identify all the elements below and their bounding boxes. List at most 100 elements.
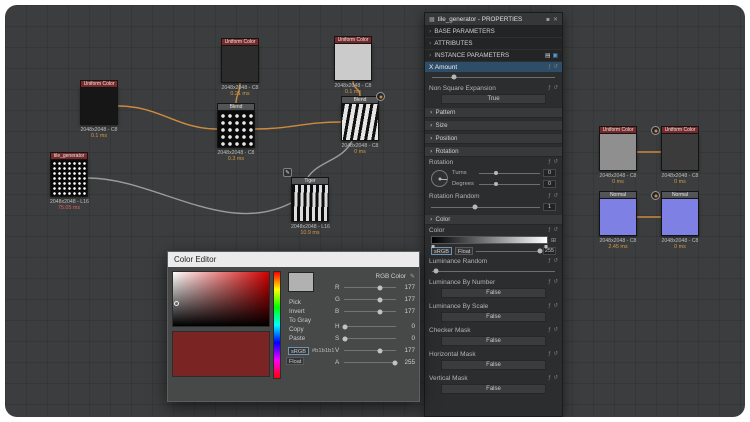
channel-value[interactable]: 177 [399, 296, 415, 303]
paste-button[interactable]: Paste [284, 334, 332, 343]
node-tiger[interactable]: ✎ Tiger 2048x2048 - L16 10.9 ms [291, 177, 329, 236]
rotation-dial[interactable] [431, 170, 448, 187]
saturation-value-picker[interactable] [172, 271, 270, 327]
function-icon[interactable]: ƒ [548, 375, 550, 381]
reset-icon[interactable]: ↺ [553, 375, 558, 381]
color-value-slider[interactable] [476, 246, 540, 256]
reset-icon[interactable]: ↺ [553, 159, 558, 165]
reset-icon[interactable]: ↺ [553, 327, 558, 333]
subsection-rotation[interactable]: › Rotation [425, 146, 562, 157]
channel-value[interactable]: 255 [399, 359, 415, 366]
reset-icon[interactable]: ↺ [553, 279, 558, 285]
hex-value[interactable]: #b1b1b1 [312, 348, 335, 354]
node-uniform-color-4[interactable]: Uniform Color 2048x2048 - C8 0 ms [599, 126, 637, 185]
turns-slider[interactable] [479, 170, 540, 177]
saturation-slider[interactable] [344, 334, 396, 342]
pin-icon[interactable]: ▪ [546, 16, 550, 23]
edit-icon[interactable]: ✎ [410, 273, 415, 280]
function-icon[interactable]: ƒ [548, 64, 550, 70]
channel-value[interactable]: 177 [399, 308, 415, 315]
reset-icon[interactable]: ↺ [553, 64, 558, 70]
to-gray-button[interactable]: To Gray [284, 316, 332, 325]
param-x-amount[interactable]: X Amount ƒ ↺ [425, 62, 562, 72]
red-slider[interactable] [344, 283, 396, 291]
function-icon[interactable]: ƒ [548, 159, 550, 165]
reset-icon[interactable]: ↺ [553, 351, 558, 357]
function-icon[interactable]: ƒ [548, 279, 550, 285]
node-thumbnail[interactable] [661, 133, 699, 171]
section-instance-parameters[interactable]: › INSTANCE PARAMETERS ▤ ▣ [425, 50, 562, 62]
node-thumbnail[interactable] [599, 198, 637, 236]
luminance-by-number-toggle[interactable]: False [441, 288, 546, 298]
invert-button[interactable]: Invert [284, 307, 332, 316]
reset-icon[interactable]: ↺ [553, 227, 558, 233]
subsection-position[interactable]: › Position [425, 133, 562, 144]
function-icon[interactable]: ƒ [548, 351, 550, 357]
reset-icon[interactable]: ↺ [553, 85, 558, 91]
reset-icon[interactable]: ↺ [553, 193, 558, 199]
node-blend-1[interactable]: Blend 2048x2048 - C8 0.3 ms [217, 103, 255, 162]
node-graph-canvas[interactable]: Uniform Color 2048x2048 - C8 0.21 ms Uni… [5, 5, 745, 417]
function-icon[interactable]: ƒ [548, 327, 550, 333]
close-icon[interactable]: ✕ [553, 16, 558, 23]
function-icon[interactable]: ƒ [548, 85, 550, 91]
node-thumbnail[interactable] [341, 103, 379, 141]
function-icon[interactable]: ƒ [548, 303, 550, 309]
node-normal-1[interactable]: Normal 2048x2048 - C8 2.45 ms [599, 191, 637, 250]
turns-value[interactable]: 0 [543, 169, 556, 177]
channel-value[interactable]: 0 [399, 335, 415, 342]
channel-value[interactable]: 177 [399, 347, 415, 354]
preset-icon[interactable]: ▣ [553, 53, 558, 59]
subsection-color[interactable]: › Color [425, 214, 562, 225]
node-thumbnail[interactable] [661, 198, 699, 236]
node-uniform-color-2[interactable]: Uniform Color 2048x2048 - C8 0.1 ms [334, 36, 372, 95]
non-square-expansion-toggle[interactable]: True [441, 94, 546, 104]
rotation-random-value[interactable]: 1 [543, 203, 556, 211]
horizontal-mask-toggle[interactable]: False [441, 360, 546, 370]
degrees-slider[interactable] [479, 181, 540, 188]
node-normal-2[interactable]: Normal 2048x2048 - C8 0 ms [661, 191, 699, 250]
float-button[interactable]: Float [286, 357, 304, 365]
pick-button[interactable]: Pick [284, 298, 332, 307]
blue-slider[interactable] [344, 307, 396, 315]
node-thumbnail[interactable] [221, 45, 259, 83]
reset-icon[interactable]: ↺ [553, 303, 558, 309]
color-mode-label[interactable]: RGB Color [376, 273, 406, 280]
gradient-options-icon[interactable]: ⊞ [551, 237, 556, 244]
node-blend-2[interactable]: Blend 2048x2048 - C8 0 ms [341, 96, 379, 155]
checker-mask-toggle[interactable]: False [441, 336, 546, 346]
node-thumbnail[interactable] [334, 43, 372, 81]
node-uniform-color-1[interactable]: Uniform Color 2048x2048 - C8 0.21 ms [221, 38, 259, 97]
rotation-random-slider[interactable] [431, 202, 540, 212]
channel-value[interactable]: 0 [399, 323, 415, 330]
node-uniform-color-5[interactable]: Uniform Color 2048x2048 - C8 0 ms [661, 126, 699, 185]
section-base-parameters[interactable]: › BASE PARAMETERS [425, 26, 562, 38]
node-thumbnail[interactable] [599, 133, 637, 171]
node-uniform-color-3[interactable]: Uniform Color 2048x2048 - C8 0.1 ms [80, 80, 118, 139]
node-thumbnail[interactable] [50, 159, 88, 197]
value-slider[interactable] [344, 346, 396, 354]
function-icon[interactable]: ƒ [548, 227, 550, 233]
reset-icon[interactable]: ↺ [553, 258, 558, 264]
float-toggle[interactable]: Float [455, 247, 473, 255]
hue-slider[interactable] [273, 271, 281, 379]
copy-button[interactable]: Copy [284, 325, 332, 334]
subsection-size[interactable]: › Size [425, 120, 562, 131]
node-thumbnail[interactable] [217, 110, 255, 148]
green-slider[interactable] [344, 295, 396, 303]
subsection-pattern[interactable]: › Pattern [425, 107, 562, 118]
node-thumbnail[interactable] [80, 87, 118, 125]
hue-channel-slider[interactable] [344, 322, 396, 330]
degrees-value[interactable]: 0 [543, 180, 556, 188]
color-editor-titlebar[interactable]: Color Editor [168, 252, 419, 267]
node-thumbnail[interactable] [291, 184, 329, 222]
luminance-by-scale-toggle[interactable]: False [441, 312, 546, 322]
document-icon[interactable]: ▤ [545, 53, 550, 59]
node-tile-generator[interactable]: tile_generator 2048x2048 - L16 75.05 ms [50, 152, 88, 211]
luminance-random-slider[interactable] [432, 266, 555, 276]
picker-crosshair[interactable] [174, 301, 179, 306]
vertical-mask-toggle[interactable]: False [441, 384, 546, 394]
srgb-button[interactable]: sRGB [288, 347, 309, 355]
alpha-slider[interactable] [344, 358, 396, 366]
function-icon[interactable]: ƒ [548, 193, 550, 199]
